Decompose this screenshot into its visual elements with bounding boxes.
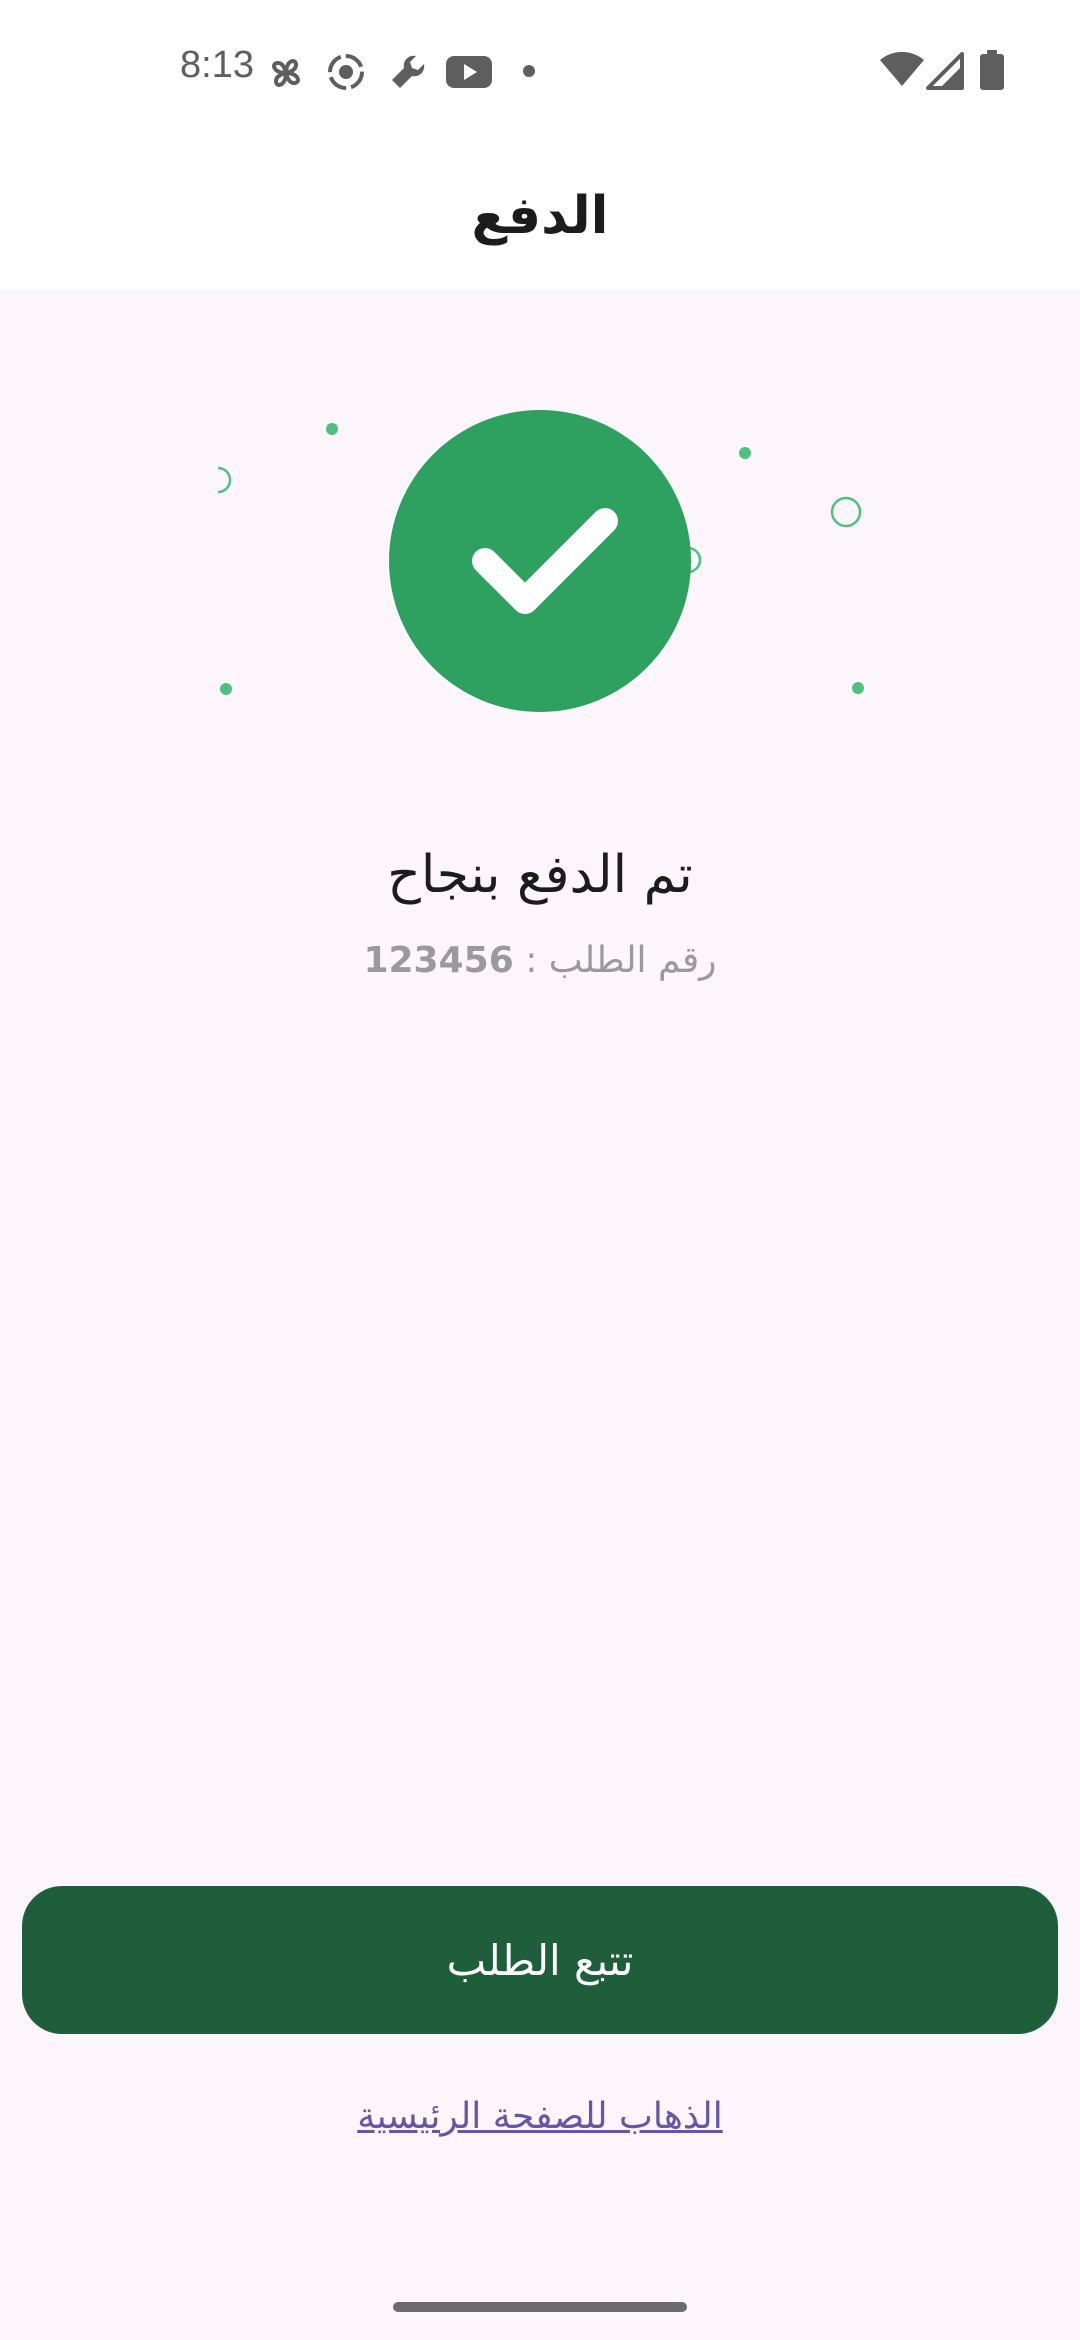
order-number-value: 123456 xyxy=(363,940,514,981)
confetti-dot xyxy=(852,682,864,694)
confetti-dot xyxy=(739,447,751,459)
confetti-ring xyxy=(830,496,862,528)
page-title: الدفع xyxy=(471,186,609,246)
battery-icon xyxy=(980,50,1004,90)
app-bar: الدفع xyxy=(0,140,1080,290)
check-circle-icon xyxy=(389,410,691,712)
track-order-button-label: تتبع الطلب xyxy=(446,1935,634,1985)
success-graphic xyxy=(217,410,864,712)
confetti-arc xyxy=(217,466,232,494)
payment-success-content: تم الدفع بنجاح رقم الطلب : 123456 تتبع ا… xyxy=(0,290,1080,2340)
dot-icon xyxy=(523,65,535,77)
confetti-dot xyxy=(326,423,338,435)
go-home-link[interactable]: الذهاب للصفحة الرئيسية xyxy=(0,2096,1080,2137)
success-headline: تم الدفع بنجاح xyxy=(387,845,693,905)
fan-icon xyxy=(272,59,300,87)
record-icon xyxy=(328,54,364,90)
status-bar: 8:13 xyxy=(0,0,1080,140)
confetti-dot xyxy=(220,683,232,695)
wrench-icon xyxy=(392,55,425,88)
order-number: رقم الطلب : 123456 xyxy=(0,940,1080,981)
wifi-icon xyxy=(880,52,924,86)
signal-icon xyxy=(926,52,964,90)
status-time: 8:13 xyxy=(180,44,254,86)
track-order-button[interactable]: تتبع الطلب xyxy=(22,1886,1058,2034)
order-number-label: رقم الطلب : xyxy=(513,940,717,981)
gesture-nav-handle[interactable] xyxy=(393,2302,687,2312)
youtube-icon xyxy=(446,56,492,88)
